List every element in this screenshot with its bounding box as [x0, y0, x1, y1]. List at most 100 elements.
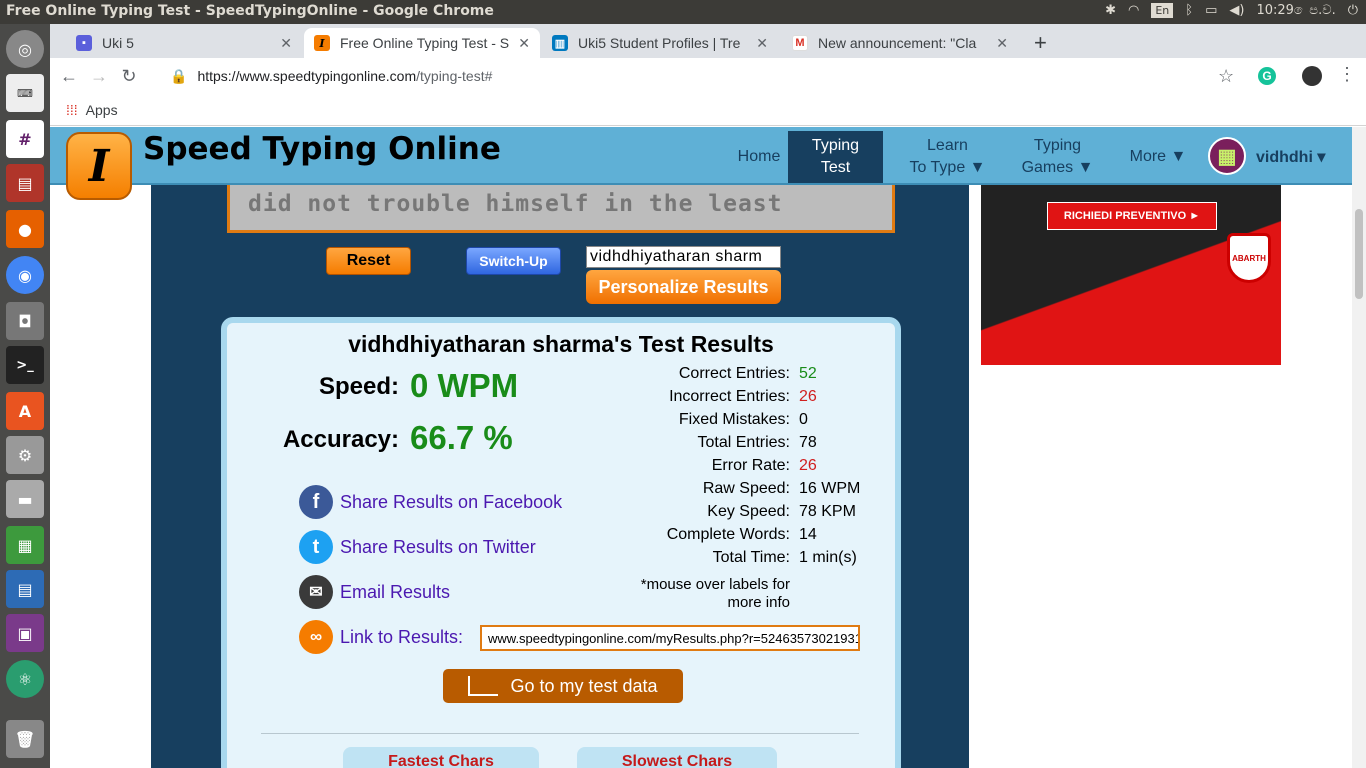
stat-label[interactable]: Total Entries: — [607, 434, 790, 457]
stat-value: 14 — [799, 526, 817, 543]
advertisement[interactable]: RICHIEDI PREVENTIVO ► ABARTH — [981, 185, 1281, 365]
wifi-icon[interactable]: ◠ — [1128, 3, 1139, 18]
stat-complete-words: Complete Words: 14 — [607, 526, 907, 549]
ubuntu-dash-icon[interactable]: ◎ — [6, 30, 44, 68]
keyboard-app-icon[interactable]: ⌨ — [6, 74, 44, 112]
spreadsheet-icon[interactable]: ▦ — [6, 526, 44, 564]
launcher: ◎ ⌨ # ▤ ● ◉ ◘ >_ A ⚙ ▬ ▦ ▤ ▣ ⚛ 🗑 — [0, 24, 50, 768]
tab-label: Free Online Typing Test - S — [340, 35, 510, 51]
link-icon: ∞ — [299, 620, 333, 654]
email-results-label: Email Results — [340, 581, 451, 602]
nav-learn-to-type[interactable]: Learn To Type ▼ — [900, 131, 995, 183]
close-tab-icon[interactable]: ✕ — [996, 35, 1008, 52]
system-tray: ✱ ◠ En ᛒ ▭ ◀) 10:29 ෙප.ව. ⏻ — [1105, 3, 1358, 18]
tab-strip: ▪ Uki 5 ✕ I Free Online Typing Test - S … — [50, 24, 1366, 58]
tab-trello[interactable]: ▥ Uki5 Student Profiles | Tre ✕ — [542, 28, 778, 58]
nav-typing-test[interactable]: Typing Test — [788, 131, 883, 183]
stat-label[interactable]: Incorrect Entries: — [607, 388, 790, 411]
site-name[interactable]: Speed Typing Online — [143, 131, 501, 167]
clock[interactable]: 10:29 ෙප.ව. — [1256, 3, 1335, 18]
switch-up-button[interactable]: Switch-Up — [466, 247, 561, 275]
software-center-icon[interactable]: A — [6, 392, 44, 430]
stat-label[interactable]: Fixed Mistakes: — [607, 411, 790, 434]
email-results-link[interactable]: ✉ Email Results — [299, 574, 450, 610]
forward-icon[interactable]: → — [88, 66, 110, 87]
os-top-panel: Free Online Typing Test - SpeedTypingOnl… — [0, 0, 1366, 24]
slack-tray-icon[interactable]: ✱ — [1105, 3, 1116, 18]
stat-label[interactable]: Complete Words: — [607, 526, 790, 549]
stat-label[interactable]: Error Rate: — [607, 457, 790, 480]
go-to-test-data-label: Go to my test data — [510, 675, 658, 696]
nav-home-label: Home — [737, 148, 781, 165]
accuracy-value: 66.7 % — [410, 419, 513, 456]
ad-cta-button[interactable]: RICHIEDI PREVENTIVO ► — [1047, 202, 1217, 230]
trash-icon[interactable]: 🗑 — [6, 720, 44, 758]
user-avatar[interactable]: ▦ — [1208, 137, 1246, 175]
terminal-icon[interactable]: >_ — [6, 346, 44, 384]
tab-typing-test[interactable]: I Free Online Typing Test - S ✕ — [304, 28, 540, 58]
tab-uki5[interactable]: ▪ Uki 5 ✕ — [66, 28, 302, 58]
close-tab-icon[interactable]: ✕ — [280, 35, 292, 52]
camera-icon[interactable]: ◘ — [6, 302, 44, 340]
battery-icon[interactable]: ▭ — [1205, 3, 1217, 18]
stat-label[interactable]: Correct Entries: — [607, 365, 790, 388]
stat-raw-speed: Raw Speed: 16 WPM — [607, 480, 907, 503]
document-icon[interactable]: ▤ — [6, 570, 44, 608]
apps-bookmark[interactable]: Apps — [86, 102, 118, 118]
user-menu[interactable]: vidhdhi ▾ — [1256, 147, 1325, 167]
stat-value: 0 — [799, 411, 808, 428]
nav-label-line1: Learn — [927, 137, 968, 154]
go-to-test-data-button[interactable]: Go to my test data — [443, 669, 683, 703]
back-icon[interactable]: ← — [58, 66, 80, 87]
scrollbar-thumb[interactable] — [1355, 209, 1363, 299]
tab-fastest-chars[interactable]: Fastest Chars — [343, 747, 539, 768]
stat-label[interactable]: Raw Speed: — [607, 480, 790, 503]
share-twitter-link[interactable]: t Share Results on Twitter — [299, 529, 536, 565]
settings-icon[interactable]: ⚙ — [6, 436, 44, 474]
email-icon: ✉ — [299, 575, 333, 609]
keyboard-layout-indicator[interactable]: En — [1151, 3, 1174, 18]
stat-label[interactable]: Total Time: — [607, 549, 790, 572]
mouse-over-note: *mouse over labels for more info — [640, 576, 790, 611]
stat-total-time: Total Time: 1 min(s) — [607, 549, 907, 572]
nav-label-line2: To Type ▼ — [909, 159, 986, 176]
atom-icon[interactable]: ⚛ — [6, 660, 44, 698]
presentation-icon[interactable]: ▣ — [6, 614, 44, 652]
reset-button[interactable]: Reset — [326, 247, 411, 275]
slack-icon[interactable]: # — [6, 120, 44, 158]
close-tab-icon[interactable]: ✕ — [518, 35, 530, 52]
nav-label-line2: Test — [820, 159, 851, 176]
nav-typing-games[interactable]: Typing Games ▼ — [1010, 131, 1105, 183]
uki-favicon-icon: ▪ — [76, 35, 92, 51]
new-tab-icon[interactable]: + — [1034, 30, 1047, 56]
personalize-results-button[interactable]: Personalize Results — [586, 270, 781, 304]
drive-icon[interactable]: ▬ — [6, 480, 44, 518]
address-bar[interactable]: 🔒 https://www.speedtypingonline.com/typi… — [170, 62, 1270, 90]
volume-icon[interactable]: ◀) — [1229, 3, 1244, 18]
power-icon[interactable]: ⏻ — [1348, 3, 1358, 18]
tab-label: Uki 5 — [102, 35, 134, 51]
nav-label-line1: Typing — [1033, 137, 1082, 154]
menu-icon[interactable]: ⋮ — [1338, 64, 1356, 85]
reload-icon[interactable]: ↻ — [118, 66, 140, 87]
bluetooth-icon[interactable]: ᛒ — [1185, 3, 1193, 18]
close-tab-icon[interactable]: ✕ — [756, 35, 768, 52]
bookmark-star-icon[interactable]: ☆ — [1218, 66, 1234, 87]
divider — [261, 733, 859, 734]
name-input[interactable]: vidhdhiyatharan sharm — [586, 246, 781, 268]
typing-favicon-icon: I — [314, 35, 330, 51]
site-logo-icon[interactable]: I — [66, 132, 132, 200]
results-link-field[interactable]: www.speedtypingonline.com/myResults.php?… — [480, 625, 860, 651]
files-icon[interactable]: ▤ — [6, 164, 44, 202]
stat-label[interactable]: Key Speed: — [607, 503, 790, 526]
firefox-icon[interactable]: ● — [6, 210, 44, 248]
page-scrollbar[interactable] — [1352, 127, 1366, 768]
speed-label: Speed: — [318, 373, 399, 400]
share-facebook-link[interactable]: f Share Results on Facebook — [299, 484, 562, 520]
nav-more[interactable]: More ▼ — [1118, 131, 1198, 183]
grammarly-icon[interactable]: G — [1258, 67, 1276, 85]
tab-gmail[interactable]: M New announcement: "Cla ✕ — [782, 28, 1018, 58]
tab-slowest-chars[interactable]: Slowest Chars — [577, 747, 777, 768]
chrome-icon[interactable]: ◉ — [6, 256, 44, 294]
profile-avatar[interactable] — [1302, 66, 1322, 86]
